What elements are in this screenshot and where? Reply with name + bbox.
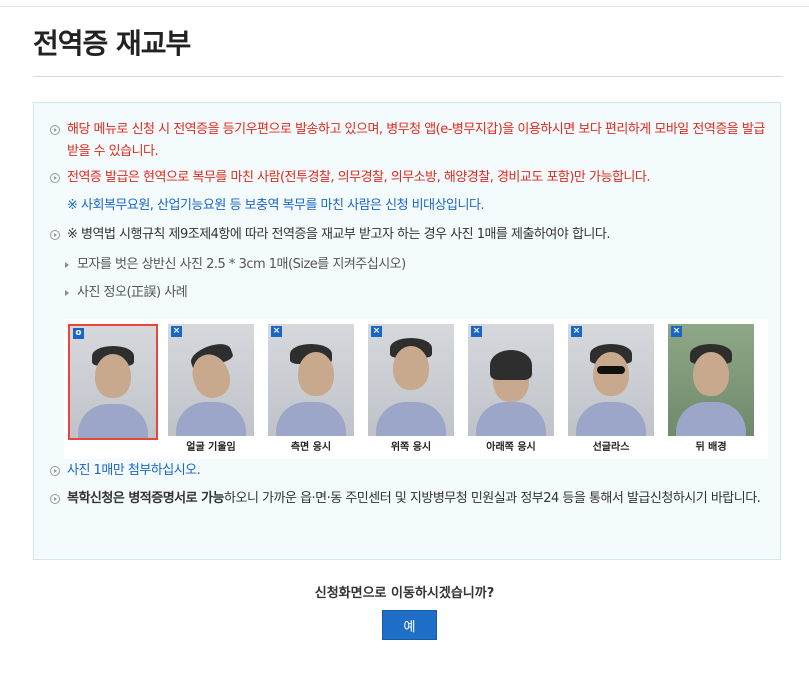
page-title: 전역증 재교부 [33,27,191,60]
triangle-bullet-icon [65,261,69,268]
notice-item-text: 해당 메뉴로 신청 시 전역증을 등기우편으로 발송하고 있으며, 병무청 앱(… [67,122,765,159]
circle-arrow-bullet-icon [50,173,60,183]
photo-example-tilted: × [168,324,254,436]
photo-caption: 위쪽 응시 [390,442,432,453]
notice-item-text: 사진 1매만 첨부하십시오. [67,463,201,478]
wrong-x-icon: × [571,326,582,337]
photo-caption: 선글라스 [592,442,630,453]
notice-item-note: ※ 사회복무요원, 산업기능요원 등 보충역 복무를 마친 사람은 신청 비대상… [50,195,770,217]
notice-item-mobile: 해당 메뉴로 신청 시 전역증을 등기우편으로 발송하고 있으며, 병무청 앱(… [50,119,770,163]
photo-examples-strip: o × × × × × × 얼굴 기울임 측면 응시 위쪽 응시 아래쪽 응시 … [64,319,768,459]
wrong-x-icon: × [171,326,182,337]
sub-item-photo-examples: 사진 정오(正誤) 사례 [65,283,188,303]
notice-item-one-photo: 사진 1매만 첨부하십시오. [50,460,770,482]
notice-rest-text: 하오니 가까운 읍·면·동 주민센터 및 지방병무청 민원실과 정부24 등을 … [224,491,761,506]
notice-item-text: 복학신청은 병적증명서로 가능하오니 가까운 읍·면·동 주민센터 및 지방병무… [67,488,770,510]
sub-item-photo-size: 모자를 벗은 상반신 사진 2.5 * 3cm 1매(Size를 지켜주십시오) [65,255,406,275]
notice-item-text: 전역증 발급은 현역으로 복무를 마친 사람(전투경찰, 의무경찰, 의무소방,… [67,170,650,185]
wrong-x-icon: × [471,326,482,337]
sub-item-text: 모자를 벗은 상반신 사진 2.5 * 3cm 1매(Size를 지켜주십시오) [77,257,406,272]
photo-caption: 얼굴 기울임 [186,442,236,453]
photo-example-up: × [368,324,454,436]
title-divider [33,76,783,77]
sub-item-text: 사진 정오(正誤) 사례 [77,285,188,300]
top-divider [0,6,809,7]
notice-item-text: ※ 병역법 시행규칙 제9조제4항에 따라 전역증을 재교부 받고자 하는 경우… [67,227,610,242]
circle-arrow-bullet-icon [50,125,60,135]
photo-example-correct: o [68,324,158,440]
notice-note-text: ※ 사회복무요원, 산업기능요원 등 보충역 복무를 마친 사람은 신청 비대상… [67,198,485,213]
notice-bold-text: 복학신청은 병적증명서로 가능 [67,491,225,506]
photo-caption: 측면 응시 [290,442,332,453]
photo-caption: 뒤 배경 [695,442,727,453]
notice-item-reenroll: 복학신청은 병적증명서로 가능하오니 가까운 읍·면·동 주민센터 및 지방병무… [50,488,770,510]
circle-arrow-bullet-icon [50,494,60,504]
photo-example-down: × [468,324,554,436]
wrong-x-icon: × [271,326,282,337]
wrong-x-icon: × [671,326,682,337]
photo-example-side: × [268,324,354,436]
wrong-x-icon: × [371,326,382,337]
photo-example-sunglasses: × [568,324,654,436]
notice-box: 해당 메뉴로 신청 시 전역증을 등기우편으로 발송하고 있으며, 병무청 앱(… [33,102,781,560]
notice-item-eligibility: 전역증 발급은 현역으로 복무를 마친 사람(전투경찰, 의무경찰, 의무소방,… [50,167,770,189]
correct-check-icon: o [73,328,84,339]
notice-item-photo-rule: ※ 병역법 시행규칙 제9조제4항에 따라 전역증을 재교부 받고자 하는 경우… [50,224,770,246]
photo-example-background: × [668,324,754,436]
photo-caption: 아래쪽 응시 [486,442,536,453]
yes-button[interactable]: 예 [382,610,437,640]
triangle-bullet-icon [65,289,69,296]
confirm-question: 신청화면으로 이동하시겠습니까? [314,586,495,601]
circle-arrow-bullet-icon [50,466,60,476]
circle-arrow-bullet-icon [50,230,60,240]
